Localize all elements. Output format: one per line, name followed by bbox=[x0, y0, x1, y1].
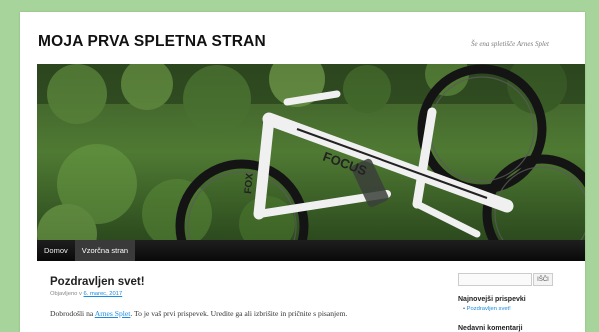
post-body-link[interactable]: Arnes Splet bbox=[95, 309, 131, 318]
recent-post-item: Pozdravljen svet! bbox=[463, 306, 511, 312]
recent-post-link[interactable]: Pozdravljen svet! bbox=[467, 306, 511, 312]
post-body: Dobrodošli na Arnes Splet. To je vaš prv… bbox=[50, 308, 450, 319]
recent-posts-list: Pozdravljen svet! bbox=[458, 306, 511, 312]
nav-item-domov[interactable]: Domov bbox=[37, 240, 75, 261]
post-body-text-start: Dobrodošli na bbox=[50, 309, 95, 318]
header-image: FOCUS FOX bbox=[37, 64, 585, 240]
post-meta-prefix: Objavljeno v bbox=[50, 291, 82, 297]
site-title[interactable]: MOJA PRVA SPLETNA STRAN bbox=[38, 33, 266, 51]
recent-posts-title: Najnovejši prispevki bbox=[458, 296, 526, 303]
post-title[interactable]: Pozdravljen svet! bbox=[50, 276, 145, 288]
site-tagline: Še ena spletišče Arnes Splet bbox=[470, 40, 549, 48]
recent-comments-title: Nedavni komentarji bbox=[458, 325, 523, 332]
svg-text:FOX: FOX bbox=[243, 172, 256, 194]
post-date-link[interactable]: 6. marec, 2017 bbox=[84, 291, 123, 297]
search-button[interactable]: IŠČI bbox=[533, 273, 553, 286]
page-container: MOJA PRVA SPLETNA STRAN Še ena spletišče… bbox=[20, 12, 585, 332]
search-input[interactable] bbox=[458, 273, 532, 286]
post-meta: Objavljeno v 6. marec, 2017 bbox=[50, 291, 122, 297]
main-navigation: Domov Vzorčna stran bbox=[37, 240, 585, 261]
post-body-text-end: . To je vaš prvi prispevek. Uredite ga a… bbox=[130, 309, 348, 318]
nav-item-vzorcna-stran[interactable]: Vzorčna stran bbox=[74, 240, 136, 261]
